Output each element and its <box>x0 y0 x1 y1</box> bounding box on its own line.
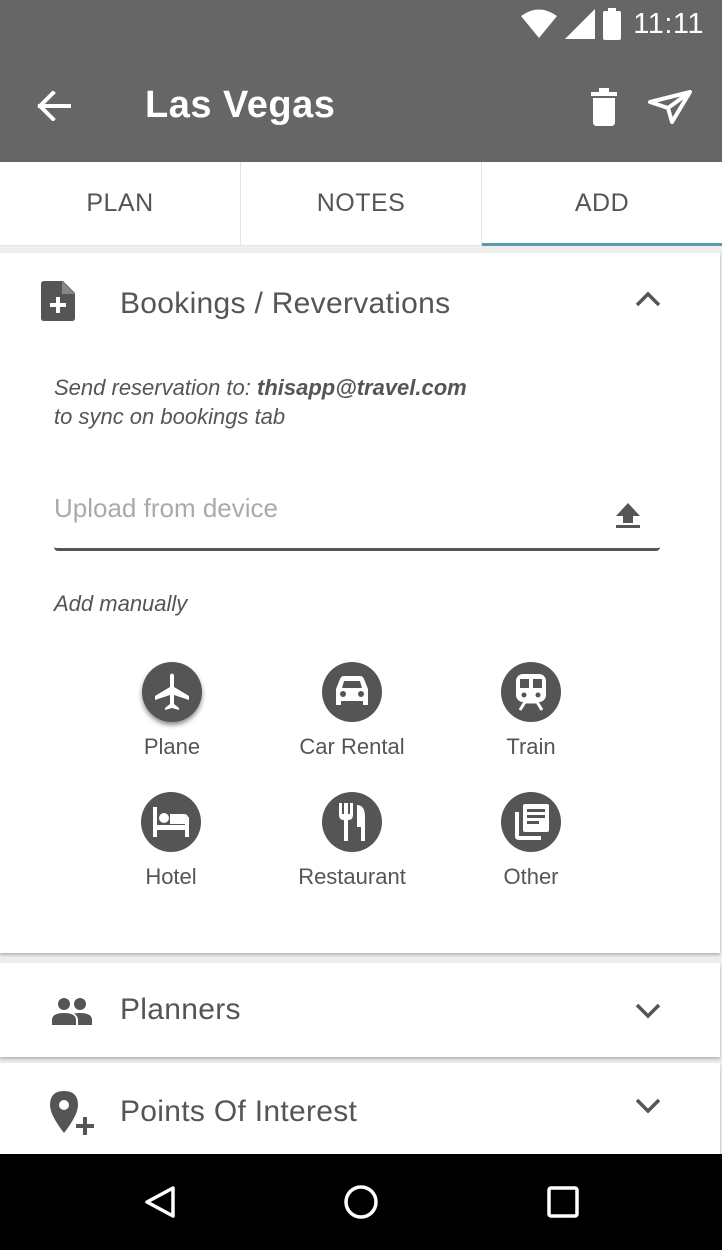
option-plane[interactable]: Plane <box>102 662 242 760</box>
tab-bar: PLAN NOTES ADD <box>0 162 722 246</box>
info-prefix: Send reservation to: <box>54 375 258 400</box>
plane-icon <box>142 662 202 722</box>
status-bar: 11:11 <box>521 8 704 40</box>
restaurant-icon <box>322 792 382 852</box>
points-of-interest-card[interactable]: Points Of Interest <box>0 1063 720 1163</box>
chevron-up-icon[interactable] <box>632 283 664 315</box>
back-arrow-icon[interactable] <box>30 82 78 130</box>
reservation-email: thisapp@travel.com <box>257 375 467 400</box>
option-hotel[interactable]: Hotel <box>101 792 241 890</box>
option-label: Other <box>503 864 559 889</box>
upload-placeholder: Upload from device <box>54 493 278 523</box>
recents-icon[interactable] <box>541 1180 585 1224</box>
bookings-title: Bookings / Revervations <box>120 287 451 320</box>
car-icon <box>322 662 382 722</box>
add-document-icon <box>40 280 76 322</box>
add-manually-label: Add manually <box>54 591 188 616</box>
planners-card[interactable]: Planners <box>0 963 720 1057</box>
hotel-icon <box>141 792 201 852</box>
other-icon <box>501 792 561 852</box>
send-icon[interactable] <box>645 84 695 130</box>
signal-icon <box>565 9 596 39</box>
reservation-info: Send reservation to: thisapp@travel.com … <box>54 373 467 431</box>
option-label: Hotel <box>145 864 197 889</box>
option-train[interactable]: Train <box>461 662 601 760</box>
info-suffix: to sync on bookings tab <box>54 404 286 429</box>
bookings-card: Bookings / Revervations Send reservation… <box>0 253 720 953</box>
tab-add[interactable]: ADD <box>481 162 722 246</box>
option-other[interactable]: Other <box>461 792 601 890</box>
app-bar: 11:11 Las Vegas <box>0 0 722 162</box>
navigation-bar <box>0 1154 722 1250</box>
points-of-interest-title: Points Of Interest <box>120 1095 358 1128</box>
option-label: Car Rental <box>299 734 405 759</box>
option-car-rental[interactable]: Car Rental <box>282 662 422 760</box>
chevron-down-icon[interactable] <box>632 995 664 1027</box>
option-label: Train <box>506 734 556 759</box>
delete-icon[interactable] <box>584 84 624 130</box>
battery-icon <box>603 8 622 40</box>
back-icon[interactable] <box>138 1180 182 1224</box>
add-location-icon <box>48 1091 98 1137</box>
page-title: Las Vegas <box>145 84 336 126</box>
option-label: Restaurant <box>298 864 406 889</box>
home-icon[interactable] <box>339 1180 383 1224</box>
upload-icon[interactable] <box>612 499 644 531</box>
clock: 11:11 <box>633 7 704 40</box>
train-icon <box>501 662 561 722</box>
tab-plan[interactable]: PLAN <box>0 162 240 245</box>
tab-notes[interactable]: NOTES <box>240 162 481 245</box>
option-label: Plane <box>143 734 201 759</box>
screen: 11:11 Las Vegas PLAN NOTES ADD Bookings … <box>0 0 722 1250</box>
planners-title: Planners <box>120 993 241 1026</box>
wifi-icon <box>521 9 558 39</box>
option-restaurant[interactable]: Restaurant <box>282 792 422 890</box>
upload-field[interactable]: Upload from device <box>54 481 660 551</box>
chevron-down-icon[interactable] <box>632 1090 664 1122</box>
people-icon <box>52 995 92 1027</box>
